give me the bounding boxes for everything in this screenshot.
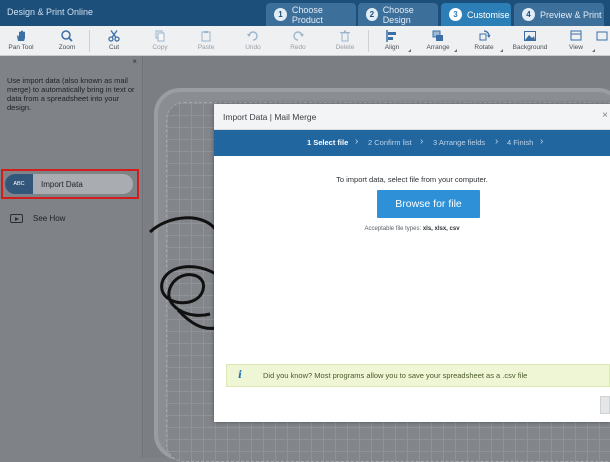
step-number: 1 [274, 8, 287, 21]
see-how-link[interactable]: See How [10, 214, 65, 223]
arrange-icon [432, 30, 443, 41]
step-number: 4 [522, 8, 535, 21]
wizard-steps: 1 Select file › 2 Confirm list › 3 Arran… [214, 130, 610, 156]
chevron-right-icon: › [420, 136, 424, 147]
wizard-step-select-file[interactable]: 1 Select file [307, 138, 348, 147]
top-bar: Design & Print Online 1 Choose Product 2… [0, 0, 610, 26]
more-button[interactable] [594, 28, 610, 54]
undo-label: Undo [245, 44, 261, 51]
trash-icon [340, 30, 350, 42]
toolbar-divider [89, 30, 90, 52]
swirl-graphic[interactable] [148, 210, 218, 350]
import-data-button[interactable]: ABC Import Data [5, 174, 133, 194]
align-icon [386, 30, 396, 42]
background-button[interactable]: Background [509, 28, 551, 54]
paste-icon [201, 31, 211, 42]
step-customise[interactable]: 3 Customise [441, 3, 511, 26]
chevron-right-icon: › [540, 136, 544, 147]
step-number: 3 [449, 8, 462, 21]
copy-button[interactable]: Copy [139, 28, 181, 54]
panel-description: Use import data (also known as mail merg… [7, 76, 135, 112]
info-icon: i [238, 370, 242, 381]
import-data-panel: × Use import data (also known as mail me… [0, 56, 143, 458]
redo-icon [293, 31, 304, 41]
zoom-button[interactable]: Zoom [46, 28, 88, 54]
step-choose-product[interactable]: 1 Choose Product [266, 3, 356, 26]
redo-label: Redo [290, 44, 306, 51]
arrange-label: Arrange [426, 44, 450, 51]
redo-button[interactable]: Redo [277, 28, 319, 54]
step-label: Choose Product [291, 4, 323, 25]
paste-label: Paste [197, 44, 215, 51]
toolbar: Pan Tool Zoom Cut Copy Paste Undo Redo D… [0, 26, 610, 56]
chevron-right-icon: › [355, 136, 359, 147]
browse-for-file-button[interactable]: Browse for file [377, 190, 480, 218]
abc-icon: ABC [5, 174, 33, 194]
paste-button[interactable]: Paste [185, 28, 227, 54]
view-button[interactable]: View [555, 28, 597, 54]
copy-icon [155, 30, 165, 42]
step-number: 2 [366, 8, 378, 21]
zoom-label: Zoom [58, 44, 76, 51]
wizard-step-arrange-fields[interactable]: 3 Arrange fields [433, 138, 485, 147]
dropdown-caret-icon [454, 49, 457, 52]
cut-label: Cut [108, 44, 120, 51]
image-icon [524, 31, 536, 41]
copy-label: Copy [152, 44, 168, 51]
dropdown-caret-icon [500, 49, 503, 52]
background-label: Background [512, 44, 548, 51]
delete-button[interactable]: Delete [324, 28, 366, 54]
hand-icon [17, 30, 25, 41]
delete-label: Delete [335, 44, 355, 51]
step-preview-print[interactable]: 4 Preview & Print [514, 3, 604, 26]
pan-tool-button[interactable]: Pan Tool [0, 28, 42, 54]
arrange-button[interactable]: Arrange [417, 28, 459, 54]
scissors-icon [108, 30, 120, 42]
more-icon [596, 31, 608, 41]
import-instruction: To import data, select file from your co… [336, 175, 488, 184]
step-choose-design[interactable]: 2 Choose Design [358, 3, 438, 26]
rotate-icon [479, 30, 491, 41]
chevron-right-icon: › [495, 136, 499, 147]
dialog-title: Import Data | Mail Merge [223, 112, 317, 122]
step-label: Choose Design [382, 4, 414, 25]
panel-close-icon[interactable]: × [132, 57, 137, 66]
import-data-dialog: Import Data | Mail Merge × 1 Select file… [214, 104, 610, 422]
toolbar-divider [368, 30, 369, 52]
align-label: Align [384, 44, 400, 51]
tip-banner: i Did you know? Most programs allow you … [226, 364, 610, 387]
step-label: Preview & Print [540, 9, 602, 20]
rotate-label: Rotate [474, 44, 494, 51]
zoom-icon [61, 30, 73, 42]
import-data-label: Import Data [41, 179, 83, 189]
video-play-icon [10, 214, 23, 223]
dialog-close-icon[interactable]: × [602, 110, 608, 121]
dropdown-caret-icon [408, 49, 411, 52]
app-title: Design & Print Online [7, 7, 94, 17]
view-icon [570, 30, 582, 41]
types-prefix: Acceptable file types: [364, 226, 422, 232]
types-list: xls, xlsx, csv [422, 226, 460, 232]
step-label: Customise [467, 9, 510, 20]
wizard-step-confirm-list[interactable]: 2 Confirm list [368, 138, 412, 147]
acceptable-file-types: Acceptable file types: xls, xlsx, csv [214, 226, 610, 232]
pan-tool-label: Pan Tool [8, 44, 34, 51]
dialog-header: Import Data | Mail Merge × [214, 104, 610, 130]
undo-button[interactable]: Undo [232, 28, 274, 54]
align-button[interactable]: Align [371, 28, 413, 54]
rotate-button[interactable]: Rotate [463, 28, 505, 54]
undo-icon [247, 31, 258, 41]
wizard-step-finish[interactable]: 4 Finish [507, 138, 533, 147]
see-how-label: See How [33, 214, 66, 223]
dialog-footer-button[interactable] [600, 396, 610, 414]
tip-text: Did you know? Most programs allow you to… [263, 371, 528, 380]
view-label: View [569, 44, 583, 51]
cut-button[interactable]: Cut [93, 28, 135, 54]
